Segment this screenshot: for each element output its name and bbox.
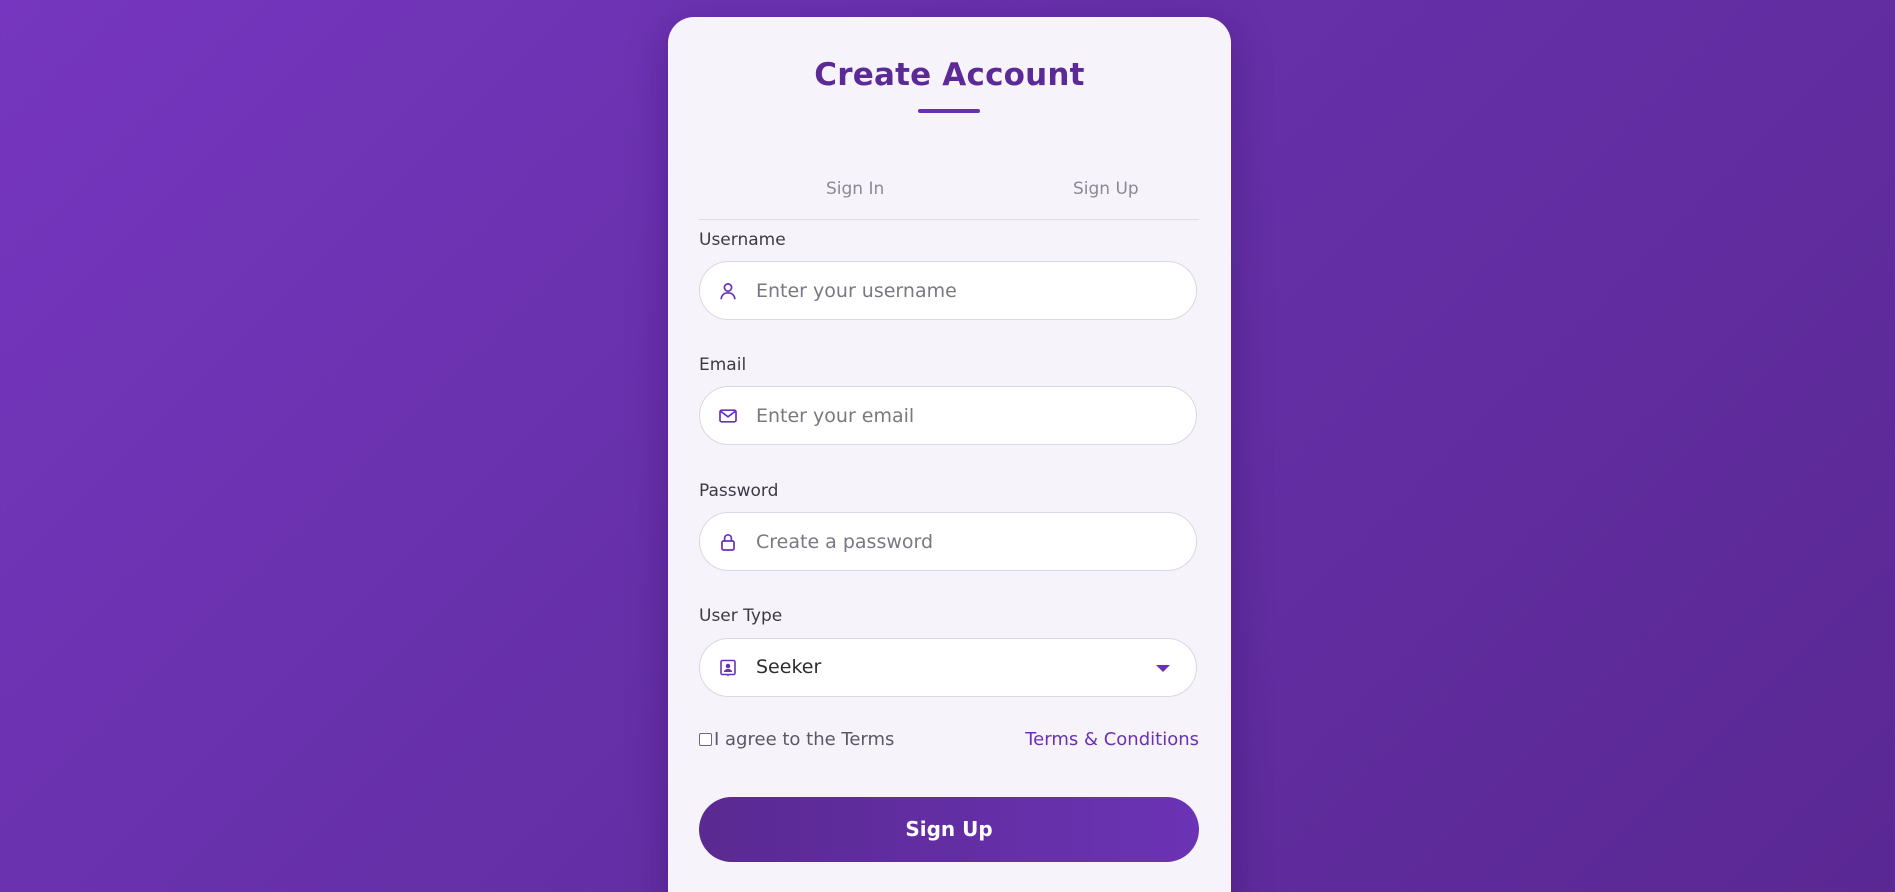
terms-row: I agree to the Terms Terms & Conditions (699, 729, 1199, 753)
terms-conditions-link[interactable]: Terms & Conditions (1025, 729, 1199, 750)
password-field[interactable] (699, 512, 1197, 571)
user-type-select[interactable]: Seeker (699, 638, 1197, 697)
signup-card: Create Account Sign In Sign Up Username … (668, 17, 1231, 892)
email-input[interactable] (756, 387, 1176, 444)
title-underline (918, 109, 980, 113)
tab-sign-in[interactable]: Sign In (826, 179, 884, 199)
terms-checkbox[interactable] (699, 733, 712, 746)
user-icon (718, 281, 738, 301)
email-field[interactable] (699, 386, 1197, 445)
username-input[interactable] (756, 262, 1176, 319)
envelope-icon (718, 406, 738, 426)
email-label: Email (699, 355, 747, 375)
password-label: Password (699, 481, 779, 501)
user-type-value: Seeker (756, 656, 822, 678)
username-label: Username (699, 230, 786, 250)
auth-tabs: Sign In Sign Up (699, 162, 1199, 220)
username-field[interactable] (699, 261, 1197, 320)
password-input[interactable] (756, 513, 1176, 570)
chevron-down-icon[interactable] (1156, 665, 1170, 672)
lock-icon (718, 532, 738, 552)
user-type-label: User Type (699, 606, 783, 626)
tab-sign-up[interactable]: Sign Up (1073, 179, 1139, 199)
terms-checkbox-label: I agree to the Terms (714, 729, 895, 750)
sign-up-button[interactable]: Sign Up (699, 797, 1199, 862)
user-badge-icon (718, 658, 738, 678)
page-title: Create Account (814, 57, 1085, 93)
